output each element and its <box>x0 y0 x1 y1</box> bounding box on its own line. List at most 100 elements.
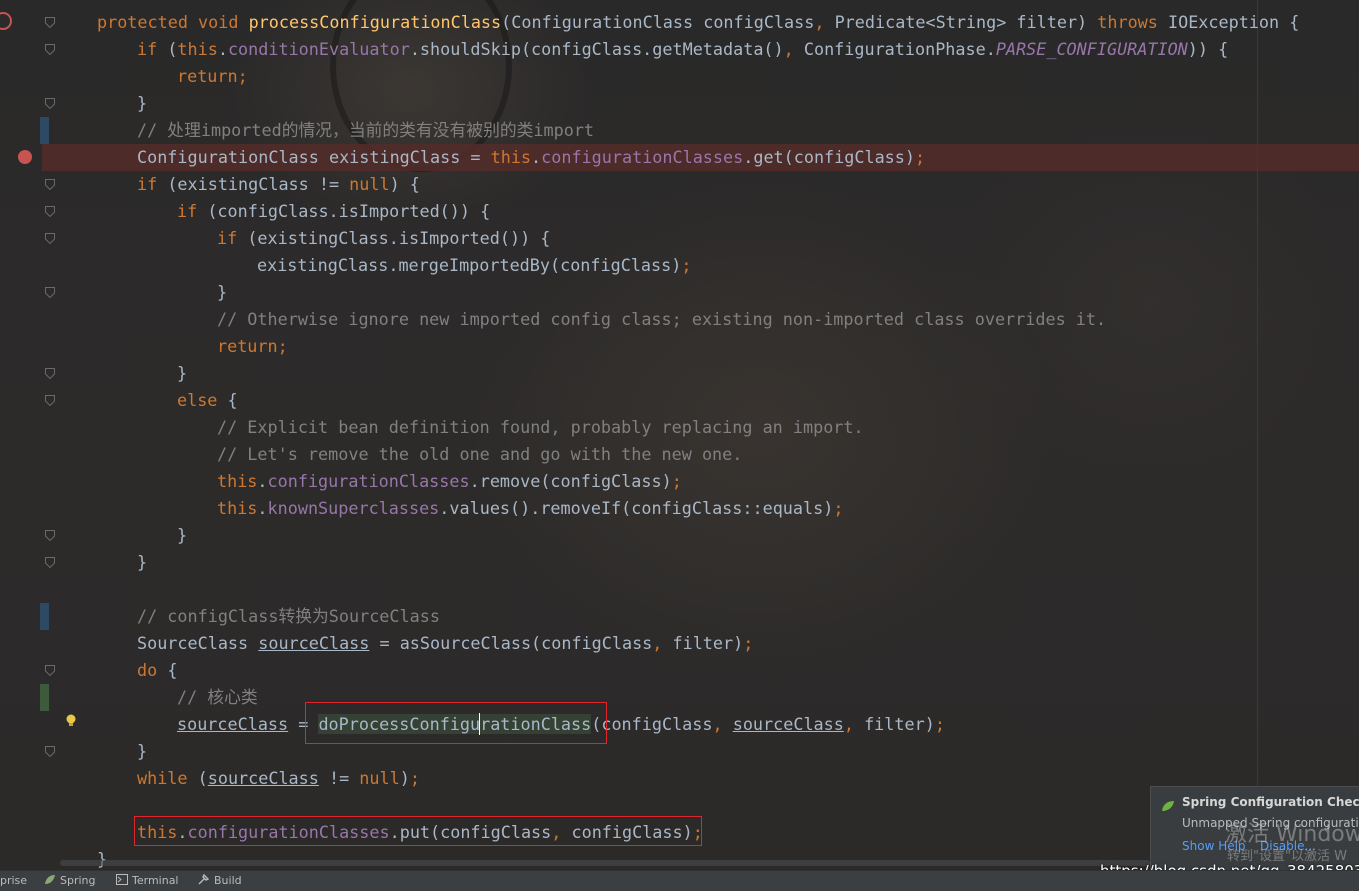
code-token: processConfigurationClass <box>248 12 502 32</box>
code-line[interactable]: } <box>217 279 227 306</box>
code-token: this <box>217 498 258 518</box>
code-token: // 处理imported的情况，当前的类有没有被别的类import <box>137 120 595 140</box>
code-line[interactable]: else { <box>177 387 238 414</box>
fold-toggle-icon[interactable] <box>45 530 55 541</box>
code-line[interactable]: } <box>137 549 147 576</box>
fold-toggle-icon[interactable] <box>45 179 55 190</box>
fold-toggle-icon[interactable] <box>45 368 55 379</box>
code-token: , <box>814 12 835 32</box>
code-token: Predicate<String> filter) <box>834 12 1098 32</box>
code-token: knownSuperclasses <box>267 498 440 518</box>
code-line[interactable]: return; <box>217 333 288 360</box>
code-line[interactable]: } <box>177 522 187 549</box>
status-item-build[interactable]: Build <box>198 873 242 887</box>
fold-toggle-icon[interactable] <box>45 233 55 244</box>
code-line[interactable]: do { <box>137 657 177 684</box>
code-token: ) { <box>389 174 420 194</box>
code-token: // configClass转换为SourceClass <box>137 606 440 626</box>
horizontal-scrollbar[interactable] <box>60 860 1150 866</box>
vcs-added-marker[interactable] <box>40 684 49 711</box>
code-line[interactable]: this.knownSuperclasses.values().removeIf… <box>217 495 843 522</box>
code-line[interactable]: protected void processConfigurationClass… <box>97 9 1299 36</box>
code-line[interactable]: this.configurationClasses.remove(configC… <box>217 468 682 495</box>
code-token: null <box>359 768 400 788</box>
code-line[interactable]: existingClass.mergeImportedBy(configClas… <box>257 252 691 279</box>
vcs-modified-marker[interactable] <box>40 603 49 630</box>
code-token: sourceClass <box>732 714 844 734</box>
fold-toggle-icon[interactable] <box>45 206 55 217</box>
code-token: (configClass <box>591 714 713 734</box>
code-line[interactable]: // Otherwise ignore new imported config … <box>217 306 1106 333</box>
code-token: // Otherwise ignore new imported config … <box>217 309 1107 329</box>
code-line[interactable]: // Let's remove the old one and go with … <box>217 441 742 468</box>
annotation-box-method-call <box>305 702 607 744</box>
code-token: { <box>227 390 238 410</box>
vcs-modified-marker[interactable] <box>40 117 49 144</box>
notification-title: Spring Configuration Check <box>1182 795 1359 809</box>
code-token: this <box>490 147 532 167</box>
code-line[interactable]: return; <box>177 63 248 90</box>
fold-toggle-icon[interactable] <box>45 746 55 757</box>
code-token: } <box>177 525 188 545</box>
code-line[interactable]: // configClass转换为SourceClass <box>137 603 440 630</box>
status-item-prise[interactable]: prise <box>0 874 27 887</box>
code-line[interactable]: } <box>137 738 147 765</box>
code-line[interactable]: ConfigurationClass existingClass = this.… <box>137 144 925 171</box>
code-token: ConfigurationPhase. <box>803 39 996 59</box>
code-token: . <box>217 39 228 59</box>
code-token: ConfigurationClass existingClass = <box>137 147 491 167</box>
debug-indicator-icon[interactable] <box>0 12 12 30</box>
fold-toggle-icon[interactable] <box>45 17 55 28</box>
code-token: while <box>137 768 198 788</box>
terminal-icon <box>116 874 128 885</box>
code-token: sourceClass <box>177 714 289 734</box>
build-icon <box>198 873 210 885</box>
spring-icon <box>44 874 56 885</box>
code-token: SourceClass <box>137 633 259 653</box>
fold-toggle-icon[interactable] <box>45 557 55 568</box>
breakpoint-icon[interactable] <box>18 150 32 164</box>
code-token: } <box>137 552 148 572</box>
editor-gutter[interactable] <box>0 0 60 870</box>
code-token: (ConfigurationClass configClass <box>501 12 815 32</box>
code-token: configurationClasses <box>267 471 470 491</box>
code-line[interactable]: // 核心类 <box>177 684 258 711</box>
code-token: , <box>712 714 733 734</box>
code-line[interactable]: // Explicit bean definition found, proba… <box>217 414 864 441</box>
code-line[interactable]: if (this.conditionEvaluator.shouldSkip(c… <box>137 36 1228 63</box>
code-token: this <box>177 39 218 59</box>
code-line[interactable]: SourceClass sourceClass = asSourceClass(… <box>137 630 753 657</box>
code-line[interactable]: while (sourceClass != null); <box>137 765 420 792</box>
fold-toggle-icon[interactable] <box>45 665 55 676</box>
code-line[interactable]: } <box>137 90 147 117</box>
code-token: // Let's remove the old one and go with … <box>217 444 743 464</box>
code-token: ; <box>409 768 420 788</box>
code-line[interactable]: if (configClass.isImported()) { <box>177 198 490 225</box>
fold-toggle-icon[interactable] <box>45 287 55 298</box>
status-item-spring[interactable]: Spring <box>44 874 96 887</box>
code-token: } <box>217 282 228 302</box>
code-token: .shouldSkip(configClass.getMetadata() <box>409 39 784 59</box>
code-token: = asSourceClass(configClass <box>369 633 653 653</box>
code-line[interactable]: } <box>177 360 187 387</box>
status-item-label: Build <box>214 874 242 887</box>
code-token: )) { <box>1187 39 1229 59</box>
code-token: conditionEvaluator <box>227 39 410 59</box>
fold-toggle-icon[interactable] <box>45 44 55 55</box>
fold-toggle-icon[interactable] <box>45 395 55 406</box>
status-item-terminal[interactable]: Terminal <box>116 874 179 887</box>
code-line[interactable]: if (existingClass != null) { <box>137 171 420 198</box>
code-token: PARSE_CONFIGURATION <box>995 39 1188 59</box>
code-line[interactable]: if (existingClass.isImported()) { <box>217 225 550 252</box>
code-token: if <box>137 39 168 59</box>
code-token: } <box>137 93 148 113</box>
code-token: } <box>97 849 108 869</box>
code-token: return; <box>217 336 288 356</box>
code-line[interactable]: // 处理imported的情况，当前的类有没有被别的类import <box>137 117 594 144</box>
intention-bulb-icon[interactable] <box>65 713 77 729</box>
code-token: } <box>137 741 148 761</box>
code-token: . <box>257 498 268 518</box>
fold-toggle-icon[interactable] <box>45 98 55 109</box>
annotation-box-put-call <box>134 816 702 846</box>
code-token: (configClass.isImported()) { <box>207 201 491 221</box>
